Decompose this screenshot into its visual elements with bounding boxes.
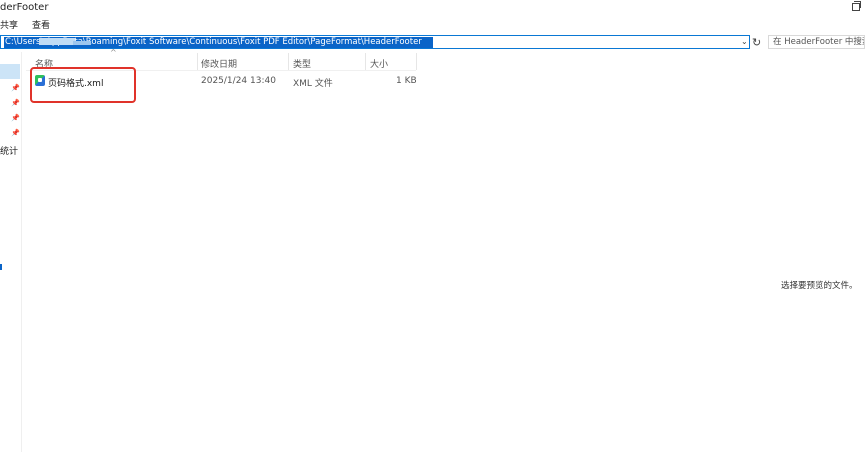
redacted-username <box>39 38 75 45</box>
sort-up-icon: ^ <box>110 48 117 57</box>
chevron-down-icon[interactable]: ⌄ <box>741 37 748 46</box>
refresh-icon[interactable]: ↻ <box>752 36 761 49</box>
address-bar[interactable]: C:\Users\ AppData\Roaming\Foxit Software… <box>0 35 750 49</box>
column-header-modified[interactable]: 修改日期 <box>201 57 237 70</box>
redacted-username-part <box>73 41 91 45</box>
nav-item-selected[interactable] <box>0 64 20 79</box>
search-input[interactable]: 在 HeaderFooter 中搜索 <box>768 35 865 49</box>
preview-message: 选择要预览的文件。 <box>781 281 858 291</box>
nav-indicator <box>0 264 2 270</box>
column-separator[interactable] <box>197 53 198 70</box>
nav-pane-divider <box>21 52 22 452</box>
column-header-type[interactable]: 类型 <box>293 57 311 70</box>
nav-item-partial[interactable]: 统计 <box>0 144 18 157</box>
pin-icon: 📌 <box>11 99 20 107</box>
file-size: 1 KB <box>396 76 417 86</box>
menu-view[interactable]: 查看 <box>32 18 50 31</box>
window-title: derFooter <box>0 2 49 13</box>
annotation-highlight-box <box>30 67 136 103</box>
pin-icon: 📌 <box>11 84 20 92</box>
column-separator[interactable] <box>416 53 417 70</box>
column-header-size[interactable]: 大小 <box>370 57 388 70</box>
column-separator[interactable] <box>365 53 366 70</box>
column-separator[interactable] <box>288 53 289 70</box>
file-modified: 2025/1/24 13:40 <box>201 76 276 86</box>
file-type: XML 文件 <box>293 79 333 89</box>
pin-icon: 📌 <box>11 129 20 137</box>
menu-share[interactable]: 共享 <box>0 18 18 31</box>
pin-icon: 📌 <box>11 114 20 122</box>
restore-window-icon[interactable] <box>852 1 861 11</box>
